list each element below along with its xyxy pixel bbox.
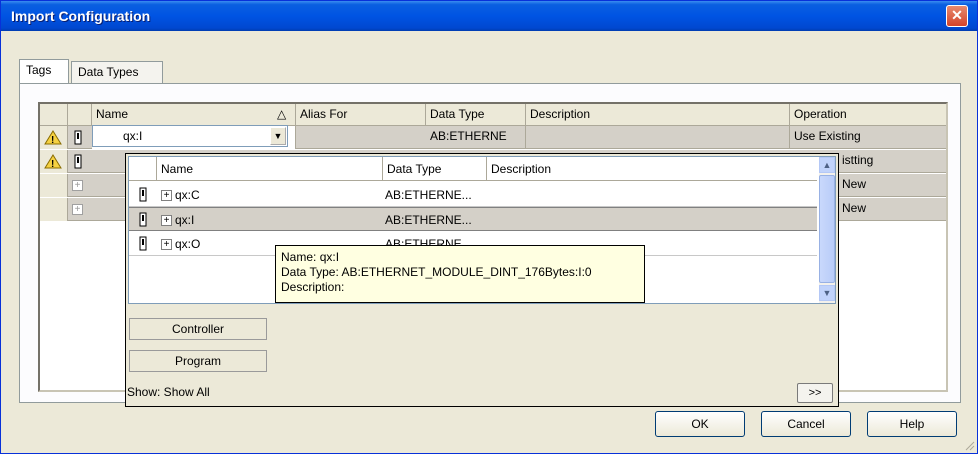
header-corner: [40, 104, 68, 126]
program-scope-button[interactable]: Program: [129, 350, 267, 372]
column-header-name[interactable]: Name △: [92, 104, 296, 126]
column-header-description[interactable]: Description: [487, 157, 817, 181]
tag-data-type: AB:ETHERNE...: [385, 213, 472, 227]
column-header-description[interactable]: Description: [526, 104, 790, 126]
resize-grip-icon[interactable]: [963, 439, 975, 451]
column-header-alias-for[interactable]: Alias For: [296, 104, 426, 126]
sort-ascending-icon: △: [277, 107, 287, 121]
show-filter-label: Show: Show All: [127, 385, 210, 399]
scroll-down-icon[interactable]: ▼: [819, 285, 835, 301]
tag-name-combo[interactable]: qx:I ▼: [92, 125, 288, 147]
module-icon: [139, 187, 147, 202]
tag-name: qx:C: [175, 188, 200, 202]
module-icon: [74, 154, 82, 169]
more-options-button[interactable]: >>: [797, 383, 833, 403]
row-header: !: [40, 150, 68, 173]
column-name-label: Name: [96, 107, 129, 121]
tag-name-combo-value: qx:I: [123, 129, 143, 143]
column-header-name[interactable]: Name: [157, 157, 383, 181]
title-bar[interactable]: Import Configuration ✕: [1, 1, 977, 31]
row-header: !: [40, 126, 68, 149]
scroll-up-icon[interactable]: ▲: [819, 157, 835, 173]
module-icon: [74, 130, 82, 145]
tooltip-type-line: Data Type: AB:ETHERNET_MODULE_DINT_176By…: [281, 265, 592, 279]
expand-plus-icon[interactable]: +: [72, 204, 83, 215]
row-header: [40, 198, 68, 221]
close-button[interactable]: ✕: [946, 5, 968, 27]
grid-header: Name △ Alias For Data Type Description O…: [40, 104, 946, 126]
tag-name: qx:O: [175, 237, 201, 251]
cell-operation[interactable]: Use Existing: [790, 126, 946, 149]
header-corner: [129, 157, 157, 181]
list-item[interactable]: + qx:C AB:ETHERNE...: [129, 183, 817, 207]
tooltip-name-line: Name: qx:I: [281, 250, 340, 264]
window-title: Import Configuration: [11, 8, 151, 24]
expand-plus-icon[interactable]: +: [161, 239, 172, 250]
tab-tags[interactable]: Tags: [19, 59, 69, 83]
module-icon: [139, 236, 147, 251]
column-header-data-type[interactable]: Data Type: [383, 157, 487, 181]
vertical-scrollbar[interactable]: ▲ ▼: [819, 157, 835, 303]
tab-data-types[interactable]: Data Types: [71, 61, 163, 83]
help-button[interactable]: Help: [867, 411, 957, 437]
column-header-data-type[interactable]: Data Type: [426, 104, 526, 126]
tag-name: qx:I: [175, 213, 195, 227]
expand-plus-icon[interactable]: +: [161, 190, 172, 201]
warning-icon: !: [44, 130, 62, 145]
tag-browser-header: Name Data Type Description: [129, 157, 817, 181]
tag-data-type: AB:ETHERNE...: [385, 188, 472, 202]
scrollbar-thumb[interactable]: [819, 175, 835, 283]
row-header: [40, 174, 68, 197]
module-icon: [139, 212, 147, 227]
chevron-down-icon[interactable]: ▼: [270, 127, 286, 145]
import-configuration-dialog: Import Configuration ✕ Tags Data Types N…: [0, 0, 978, 454]
cell-data-type: AB:ETHERNE: [426, 126, 526, 149]
list-item-selected[interactable]: + qx:I AB:ETHERNE...: [129, 207, 817, 231]
header-icon-column: [68, 104, 92, 126]
expand-plus-icon[interactable]: +: [161, 215, 172, 226]
tooltip-description-line: Description:: [281, 280, 345, 294]
ok-button[interactable]: OK: [655, 411, 745, 437]
column-header-operation[interactable]: Operation: [790, 104, 946, 126]
svg-text:!: !: [51, 135, 54, 145]
tag-tooltip: Name: qx:I Data Type: AB:ETHERNET_MODULE…: [275, 245, 645, 303]
svg-text:!: !: [51, 159, 54, 169]
expand-plus-icon[interactable]: +: [72, 180, 83, 191]
cancel-button[interactable]: Cancel: [761, 411, 851, 437]
cell-description: [526, 126, 790, 149]
warning-icon: !: [44, 154, 62, 169]
controller-scope-button[interactable]: Controller: [129, 318, 267, 340]
